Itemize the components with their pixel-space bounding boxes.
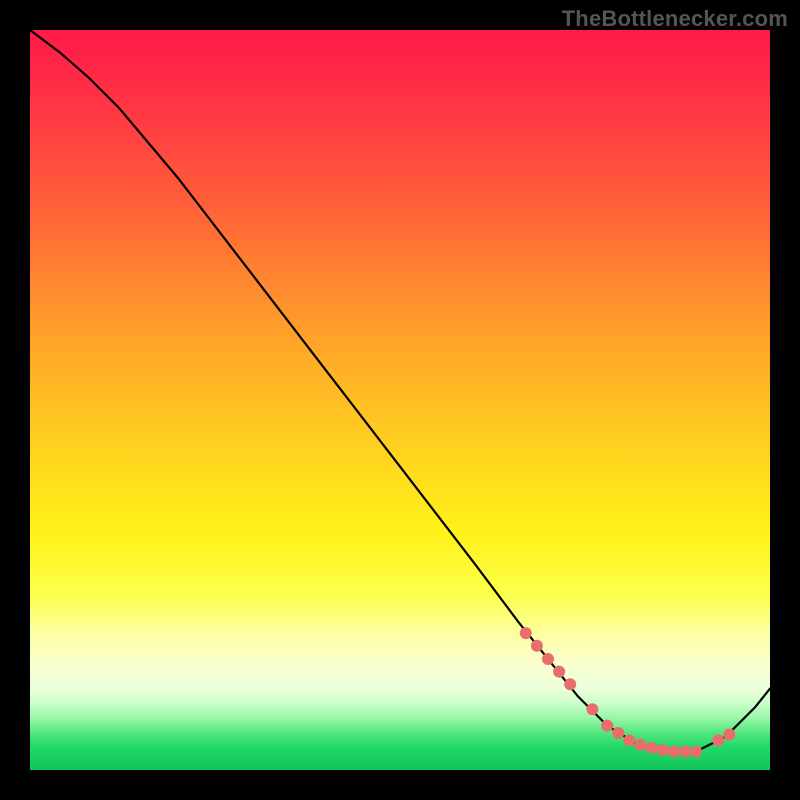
marker-dot <box>602 720 613 731</box>
bottleneck-curve <box>30 30 770 752</box>
marker-dot <box>520 628 531 639</box>
marker-dot <box>724 729 735 740</box>
chart-frame: TheBottlenecker.com <box>0 0 800 800</box>
marker-dot <box>624 735 635 746</box>
marker-dot <box>531 640 542 651</box>
marker-dot <box>587 704 598 715</box>
marker-dot <box>554 666 565 677</box>
plot-area <box>30 30 770 770</box>
marker-dot <box>668 746 679 757</box>
marker-dot <box>713 735 724 746</box>
marker-dot <box>543 654 554 665</box>
marker-dot <box>691 746 702 757</box>
marker-dot <box>613 728 624 739</box>
marker-dot <box>679 746 690 757</box>
watermark-text: TheBottlenecker.com <box>562 6 788 32</box>
marker-dot <box>646 742 657 753</box>
marker-dot <box>635 739 646 750</box>
chart-svg <box>30 30 770 770</box>
marker-dot <box>657 745 668 756</box>
marker-group <box>520 628 735 757</box>
marker-dot <box>565 679 576 690</box>
